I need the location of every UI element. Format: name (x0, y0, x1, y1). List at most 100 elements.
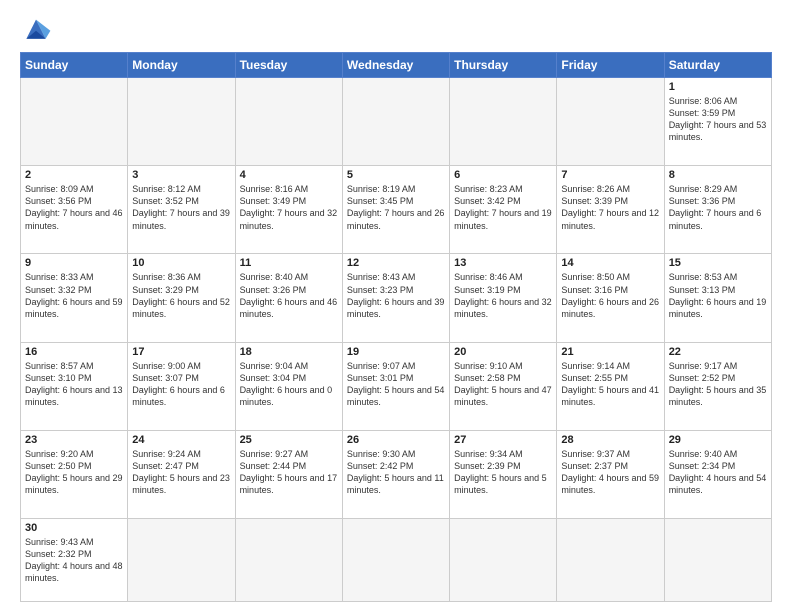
calendar-table: SundayMondayTuesdayWednesdayThursdayFrid… (20, 52, 772, 602)
day-info: Sunrise: 9:14 AM Sunset: 2:55 PM Dayligh… (561, 360, 659, 409)
day-info: Sunrise: 9:20 AM Sunset: 2:50 PM Dayligh… (25, 448, 123, 497)
calendar-cell: 29Sunrise: 9:40 AM Sunset: 2:34 PM Dayli… (664, 430, 771, 518)
calendar-week-1: 2Sunrise: 8:09 AM Sunset: 3:56 PM Daylig… (21, 166, 772, 254)
day-number: 6 (454, 169, 552, 181)
day-number: 30 (25, 522, 123, 534)
day-number: 22 (669, 346, 767, 358)
day-info: Sunrise: 9:43 AM Sunset: 2:32 PM Dayligh… (25, 536, 123, 585)
day-number: 1 (669, 81, 767, 93)
day-number: 16 (25, 346, 123, 358)
calendar-header-saturday: Saturday (664, 53, 771, 78)
day-number: 11 (240, 257, 338, 269)
calendar-header-wednesday: Wednesday (342, 53, 449, 78)
calendar-cell (235, 519, 342, 602)
day-number: 25 (240, 434, 338, 446)
calendar-week-4: 23Sunrise: 9:20 AM Sunset: 2:50 PM Dayli… (21, 430, 772, 518)
calendar-cell: 18 Sunrise: 9:04 AM Sunset: 3:04 PM Dayli… (235, 342, 342, 430)
logo (20, 16, 56, 44)
calendar-cell (557, 519, 664, 602)
day-number: 28 (561, 434, 659, 446)
day-info: Sunrise: 8:06 AM Sunset: 3:59 PM Dayligh… (669, 95, 767, 144)
day-info: Sunrise: 9:17 AM Sunset: 2:52 PM Dayligh… (669, 360, 767, 409)
day-info: Sunrise: 8:46 AM Sunset: 3:19 PM Dayligh… (454, 271, 552, 320)
calendar-cell (235, 78, 342, 166)
day-info: Sunrise: 9:00 AM Sunset: 3:07 PM Dayligh… (132, 360, 230, 409)
calendar-cell (128, 78, 235, 166)
calendar-cell (450, 519, 557, 602)
calendar-cell: 24 Sunrise: 9:24 AM Sunset: 2:47 PM Dayli… (128, 430, 235, 518)
calendar-cell: 15 Sunrise: 8:53 AM Sunset: 3:13 PM Dayli… (664, 254, 771, 342)
calendar-cell: 30 Sunrise: 9:43 AM Sunset: 2:32 PM Dayli… (21, 519, 128, 602)
calendar-cell: 11 Sunrise: 8:40 AM Sunset: 3:26 PM Dayli… (235, 254, 342, 342)
calendar-cell: 25 Sunrise: 9:27 AM Sunset: 2:44 PM Dayli… (235, 430, 342, 518)
day-info: Sunrise: 8:29 AM Sunset: 3:36 PM Dayligh… (669, 183, 767, 232)
day-number: 24 (132, 434, 230, 446)
day-number: 17 (132, 346, 230, 358)
calendar-cell: 28 Sunrise: 9:37 AM Sunset: 2:37 PM Dayli… (557, 430, 664, 518)
calendar-cell: 21Sunrise: 9:14 AM Sunset: 2:55 PM Dayli… (557, 342, 664, 430)
calendar-cell: 6Sunrise: 8:23 AM Sunset: 3:42 PM Daylig… (450, 166, 557, 254)
logo-icon (20, 16, 52, 44)
day-number: 2 (25, 169, 123, 181)
day-number: 20 (454, 346, 552, 358)
calendar-cell: 1 Sunrise: 8:06 AM Sunset: 3:59 PM Daylig… (664, 78, 771, 166)
day-number: 19 (347, 346, 445, 358)
day-number: 12 (347, 257, 445, 269)
day-number: 7 (561, 169, 659, 181)
day-number: 26 (347, 434, 445, 446)
calendar-cell: 2Sunrise: 8:09 AM Sunset: 3:56 PM Daylig… (21, 166, 128, 254)
calendar-cell: 20 Sunrise: 9:10 AM Sunset: 2:58 PM Dayli… (450, 342, 557, 430)
day-number: 27 (454, 434, 552, 446)
day-info: Sunrise: 8:57 AM Sunset: 3:10 PM Dayligh… (25, 360, 123, 409)
day-info: Sunrise: 9:30 AM Sunset: 2:42 PM Dayligh… (347, 448, 445, 497)
calendar-cell: 9Sunrise: 8:33 AM Sunset: 3:32 PM Daylig… (21, 254, 128, 342)
day-number: 9 (25, 257, 123, 269)
calendar-cell: 26 Sunrise: 9:30 AM Sunset: 2:42 PM Dayli… (342, 430, 449, 518)
calendar-header-thursday: Thursday (450, 53, 557, 78)
calendar-header-sunday: Sunday (21, 53, 128, 78)
day-number: 4 (240, 169, 338, 181)
day-number: 18 (240, 346, 338, 358)
day-number: 8 (669, 169, 767, 181)
day-info: Sunrise: 8:26 AM Sunset: 3:39 PM Dayligh… (561, 183, 659, 232)
day-info: Sunrise: 9:37 AM Sunset: 2:37 PM Dayligh… (561, 448, 659, 497)
calendar-header-tuesday: Tuesday (235, 53, 342, 78)
calendar-cell: 8 Sunrise: 8:29 AM Sunset: 3:36 PM Daylig… (664, 166, 771, 254)
day-info: Sunrise: 9:24 AM Sunset: 2:47 PM Dayligh… (132, 448, 230, 497)
calendar-cell: 5 Sunrise: 8:19 AM Sunset: 3:45 PM Daylig… (342, 166, 449, 254)
day-info: Sunrise: 9:40 AM Sunset: 2:34 PM Dayligh… (669, 448, 767, 497)
day-info: Sunrise: 8:53 AM Sunset: 3:13 PM Dayligh… (669, 271, 767, 320)
day-info: Sunrise: 9:07 AM Sunset: 3:01 PM Dayligh… (347, 360, 445, 409)
calendar-cell: 23Sunrise: 9:20 AM Sunset: 2:50 PM Dayli… (21, 430, 128, 518)
day-info: Sunrise: 8:19 AM Sunset: 3:45 PM Dayligh… (347, 183, 445, 232)
day-info: Sunrise: 8:50 AM Sunset: 3:16 PM Dayligh… (561, 271, 659, 320)
day-number: 13 (454, 257, 552, 269)
calendar-cell: 12Sunrise: 8:43 AM Sunset: 3:23 PM Dayli… (342, 254, 449, 342)
calendar-cell: 19 Sunrise: 9:07 AM Sunset: 3:01 PM Dayli… (342, 342, 449, 430)
calendar-week-5: 30 Sunrise: 9:43 AM Sunset: 2:32 PM Dayli… (21, 519, 772, 602)
calendar-cell: 10 Sunrise: 8:36 AM Sunset: 3:29 PM Dayli… (128, 254, 235, 342)
day-number: 3 (132, 169, 230, 181)
calendar-cell (128, 519, 235, 602)
day-info: Sunrise: 9:04 AM Sunset: 3:04 PM Dayligh… (240, 360, 338, 409)
calendar-cell: 27Sunrise: 9:34 AM Sunset: 2:39 PM Dayli… (450, 430, 557, 518)
day-info: Sunrise: 8:16 AM Sunset: 3:49 PM Dayligh… (240, 183, 338, 232)
day-info: Sunrise: 9:27 AM Sunset: 2:44 PM Dayligh… (240, 448, 338, 497)
calendar-cell: 13 Sunrise: 8:46 AM Sunset: 3:19 PM Dayli… (450, 254, 557, 342)
calendar-cell (664, 519, 771, 602)
day-info: Sunrise: 8:12 AM Sunset: 3:52 PM Dayligh… (132, 183, 230, 232)
day-number: 10 (132, 257, 230, 269)
day-info: Sunrise: 8:36 AM Sunset: 3:29 PM Dayligh… (132, 271, 230, 320)
header (20, 16, 772, 44)
day-number: 15 (669, 257, 767, 269)
day-info: Sunrise: 9:10 AM Sunset: 2:58 PM Dayligh… (454, 360, 552, 409)
calendar-cell: 17 Sunrise: 9:00 AM Sunset: 3:07 PM Dayli… (128, 342, 235, 430)
calendar-week-0: 1 Sunrise: 8:06 AM Sunset: 3:59 PM Daylig… (21, 78, 772, 166)
calendar-cell: 16 Sunrise: 8:57 AM Sunset: 3:10 PM Dayli… (21, 342, 128, 430)
calendar-cell: 22 Sunrise: 9:17 AM Sunset: 2:52 PM Dayli… (664, 342, 771, 430)
day-number: 5 (347, 169, 445, 181)
calendar-header-monday: Monday (128, 53, 235, 78)
calendar-cell (21, 78, 128, 166)
day-info: Sunrise: 8:40 AM Sunset: 3:26 PM Dayligh… (240, 271, 338, 320)
calendar-week-2: 9Sunrise: 8:33 AM Sunset: 3:32 PM Daylig… (21, 254, 772, 342)
